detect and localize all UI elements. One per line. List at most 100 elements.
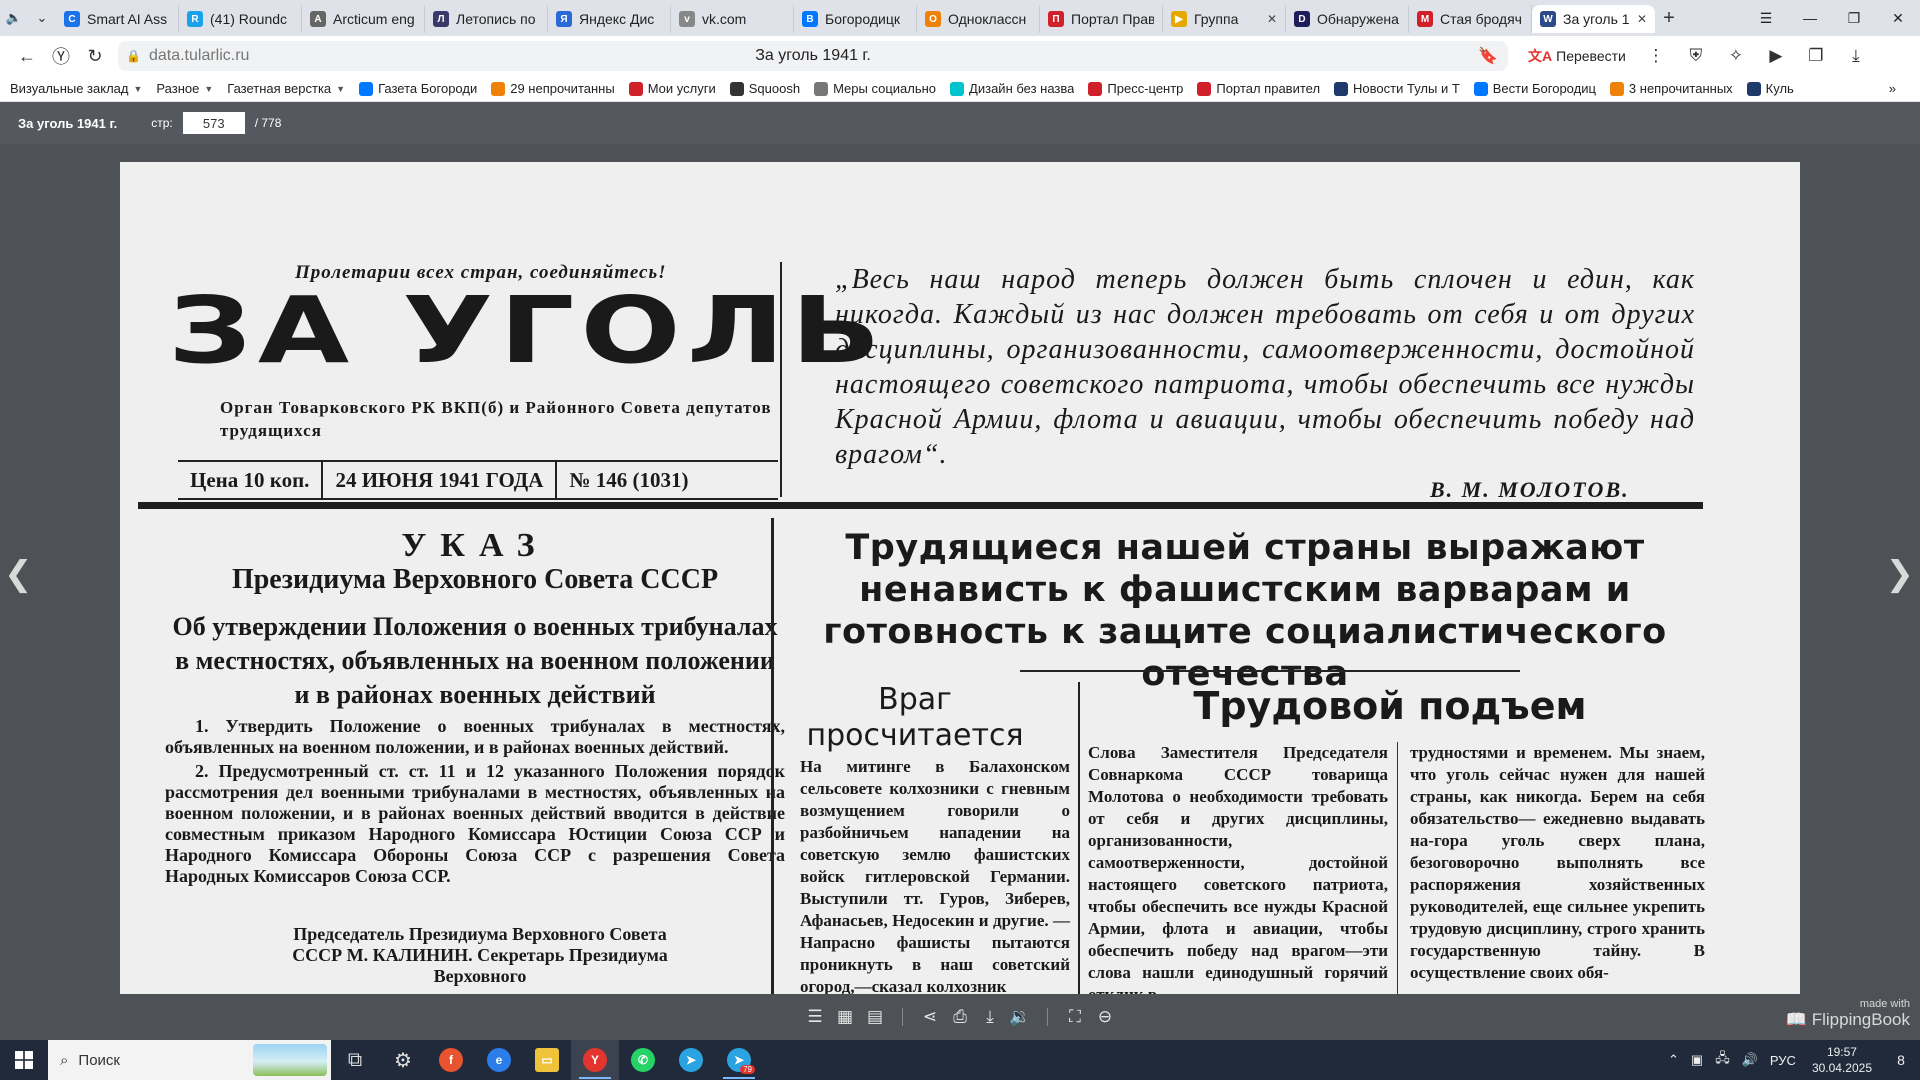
browser-tab[interactable]: О Одноклассн bbox=[917, 5, 1040, 33]
notification-center-icon[interactable]: 8 bbox=[1882, 1052, 1920, 1068]
meet-now-icon[interactable]: ▣ bbox=[1685, 1052, 1709, 1068]
browser-tab[interactable]: R (41) Roundc bbox=[179, 5, 302, 33]
extensions-puzzle-icon[interactable]: ✧ bbox=[1716, 40, 1756, 72]
newspaper-page[interactable]: Пролетарии всех стран, соединяйтесь! ЗА … bbox=[120, 162, 1800, 994]
table-of-contents-icon[interactable]: ☰ bbox=[800, 1004, 830, 1030]
bookmark-item[interactable]: Мои услуги bbox=[628, 81, 716, 96]
menu-icon[interactable]: ☰ bbox=[1744, 0, 1788, 36]
bookmark-item[interactable]: Меры социально bbox=[814, 81, 936, 96]
taskbar-search[interactable]: ⌕ Поиск bbox=[48, 1040, 331, 1080]
bookmark-item[interactable]: Визуальные заклад ▼ bbox=[10, 81, 142, 96]
extension-shield-icon[interactable]: ⛨ bbox=[1676, 40, 1716, 72]
browser-tab[interactable]: v vk.com bbox=[671, 5, 794, 33]
page-number-input[interactable] bbox=[182, 112, 245, 134]
bookmark-item[interactable]: Вести Богородиц bbox=[1473, 81, 1596, 96]
browser-app-icon[interactable]: e bbox=[475, 1040, 523, 1080]
flippingbook-brand[interactable]: made with 📖 FlippingBook bbox=[1786, 998, 1910, 1030]
article-title-trud: Трудовой подъем bbox=[1193, 684, 1587, 728]
tab-list-chevron-icon[interactable]: ⌄ bbox=[28, 4, 56, 32]
bookmark-item[interactable]: Squoosh bbox=[729, 81, 800, 96]
browser-tab[interactable]: В Богородицк bbox=[794, 5, 917, 33]
clock-date: 30.04.2025 bbox=[1811, 1061, 1872, 1075]
bookmark-item[interactable]: Пресс-центр bbox=[1088, 81, 1183, 96]
windows-start-button[interactable] bbox=[0, 1040, 48, 1080]
back-button[interactable]: ← bbox=[10, 40, 44, 72]
downloads-icon[interactable]: ⤓ bbox=[1836, 40, 1876, 72]
print-icon[interactable]: ⎙ bbox=[945, 1004, 975, 1030]
network-icon[interactable]: 🖧 bbox=[1709, 1049, 1736, 1071]
whatsapp-icon[interactable]: ✆ bbox=[619, 1040, 667, 1080]
tray-chevron-icon[interactable]: ⌃ bbox=[1662, 1052, 1685, 1068]
close-tab-icon[interactable]: ✕ bbox=[1637, 12, 1647, 26]
quote-author: В. М. МОЛОТОВ. bbox=[1430, 477, 1630, 502]
bookmark-item[interactable]: 3 непрочитанных bbox=[1609, 81, 1733, 96]
translate-button[interactable]: 文A Перевести bbox=[1518, 41, 1636, 71]
volume-icon[interactable]: 🔊 bbox=[1736, 1052, 1764, 1068]
bookmark-label: Разное bbox=[156, 81, 200, 96]
bookmark-icon[interactable]: 🔖 bbox=[1478, 46, 1498, 66]
settings-gear-icon[interactable]: ⚙ bbox=[379, 1040, 427, 1080]
bookmark-item[interactable]: Новости Тулы и Т bbox=[1334, 81, 1460, 96]
firefox-icon[interactable]: f bbox=[427, 1040, 475, 1080]
media-play-icon[interactable]: ▶ bbox=[1756, 40, 1796, 72]
task-view-icon[interactable]: ⧉ bbox=[331, 1040, 379, 1080]
bookmark-item[interactable]: Дизайн без назва bbox=[950, 81, 1074, 96]
browser-tab[interactable]: A Arcticum eng bbox=[302, 5, 425, 33]
minimize-button[interactable]: — bbox=[1788, 0, 1832, 36]
browser-tab[interactable]: C Smart AI Ass bbox=[56, 5, 179, 33]
bookmark-item[interactable]: Разное ▼ bbox=[156, 81, 213, 96]
more-bookmarks-icon[interactable]: » bbox=[1889, 81, 1896, 96]
download-icon[interactable]: ⤓ bbox=[975, 1004, 1005, 1030]
browser-tab[interactable]: ▶ Группа ✕ bbox=[1163, 5, 1286, 33]
restore-button[interactable]: ❐ bbox=[1832, 0, 1876, 36]
bookmark-item[interactable]: Газета Богороди bbox=[359, 81, 477, 96]
yandex-home-icon[interactable]: Ⓨ bbox=[44, 40, 78, 72]
browser-tab[interactable]: Я Яндекс Дис bbox=[548, 5, 671, 33]
thumbnails-grid-icon[interactable]: ▦ bbox=[830, 1004, 860, 1030]
bookmark-favicon-icon bbox=[950, 81, 965, 96]
issue-date: 24 ИЮНЯ 1941 ГОДА bbox=[335, 467, 544, 492]
lock-icon[interactable]: 🔒 bbox=[126, 49, 141, 63]
file-explorer-icon[interactable]: ▭ bbox=[523, 1040, 571, 1080]
browser-tab[interactable]: M Стая бродяч bbox=[1409, 5, 1532, 33]
clock[interactable]: 19:57 30.04.2025 bbox=[1802, 1044, 1882, 1076]
omnibox[interactable]: 🔒 data.tularlic.ru За уголь 1941 г. 🔖 bbox=[118, 41, 1508, 71]
browser-tab[interactable]: Л Летопись по bbox=[425, 5, 548, 33]
fullscreen-icon[interactable]: ⛶ bbox=[1060, 1004, 1090, 1030]
url-text[interactable]: data.tularlic.ru bbox=[149, 47, 250, 65]
bookmark-item[interactable]: Куль bbox=[1746, 81, 1794, 96]
bookmark-item[interactable]: 29 непрочитанны bbox=[491, 81, 615, 96]
close-window-button[interactable]: ✕ bbox=[1876, 0, 1920, 36]
yandex-browser-icon[interactable]: Y bbox=[571, 1040, 619, 1080]
close-tab-icon[interactable]: ✕ bbox=[1267, 12, 1277, 26]
tab-title: Яндекс Дис bbox=[579, 11, 655, 27]
viewer-stage: ❮ ❯ Пролетарии всех стран, соединяйтесь!… bbox=[0, 144, 1920, 994]
language-indicator[interactable]: РУС bbox=[1764, 1053, 1802, 1068]
more-options-icon[interactable]: ⋮ bbox=[1636, 40, 1676, 72]
notes-icon[interactable]: ▤ bbox=[860, 1004, 890, 1030]
telegram-icon[interactable]: ➤ bbox=[667, 1040, 715, 1080]
viewer-toolbar: За уголь 1941 г. стр: / 778 bbox=[0, 102, 1920, 144]
new-tab-button[interactable]: + bbox=[1655, 4, 1683, 32]
telegram-badged-icon[interactable]: ➤ 79 bbox=[715, 1040, 763, 1080]
sound-icon[interactable]: 🔉 bbox=[1005, 1004, 1035, 1030]
browser-tab[interactable]: П Портал Прав bbox=[1040, 5, 1163, 33]
chevron-down-icon: ▼ bbox=[133, 83, 143, 94]
divider bbox=[771, 518, 774, 994]
tab-title: За уголь 1 bbox=[1563, 11, 1630, 27]
browser-tab[interactable]: W За уголь 1 ✕ bbox=[1532, 5, 1655, 33]
previous-page-arrow-icon[interactable]: ❮ bbox=[4, 554, 33, 594]
tab-favicon-icon: В bbox=[802, 11, 818, 27]
bookmark-label: Мои услуги bbox=[647, 81, 716, 96]
zoom-out-icon[interactable]: ⊖ bbox=[1090, 1004, 1120, 1030]
speaker-icon[interactable]: 🔈 bbox=[0, 4, 28, 32]
reload-button[interactable]: ↻ bbox=[78, 40, 112, 72]
collections-icon[interactable]: ❐ bbox=[1796, 40, 1836, 72]
bookmark-item[interactable]: Портал правител bbox=[1197, 81, 1320, 96]
tab-title: Богородицк bbox=[825, 11, 900, 27]
share-icon[interactable]: ⋖ bbox=[915, 1004, 945, 1030]
next-page-arrow-icon[interactable]: ❯ bbox=[1886, 554, 1915, 594]
bookmark-item[interactable]: Газетная верстка ▼ bbox=[227, 81, 345, 96]
ukaz-heading: Об утверждении Положения о военных трибу… bbox=[172, 612, 778, 709]
browser-tab[interactable]: D Обнаружена bbox=[1286, 5, 1409, 33]
